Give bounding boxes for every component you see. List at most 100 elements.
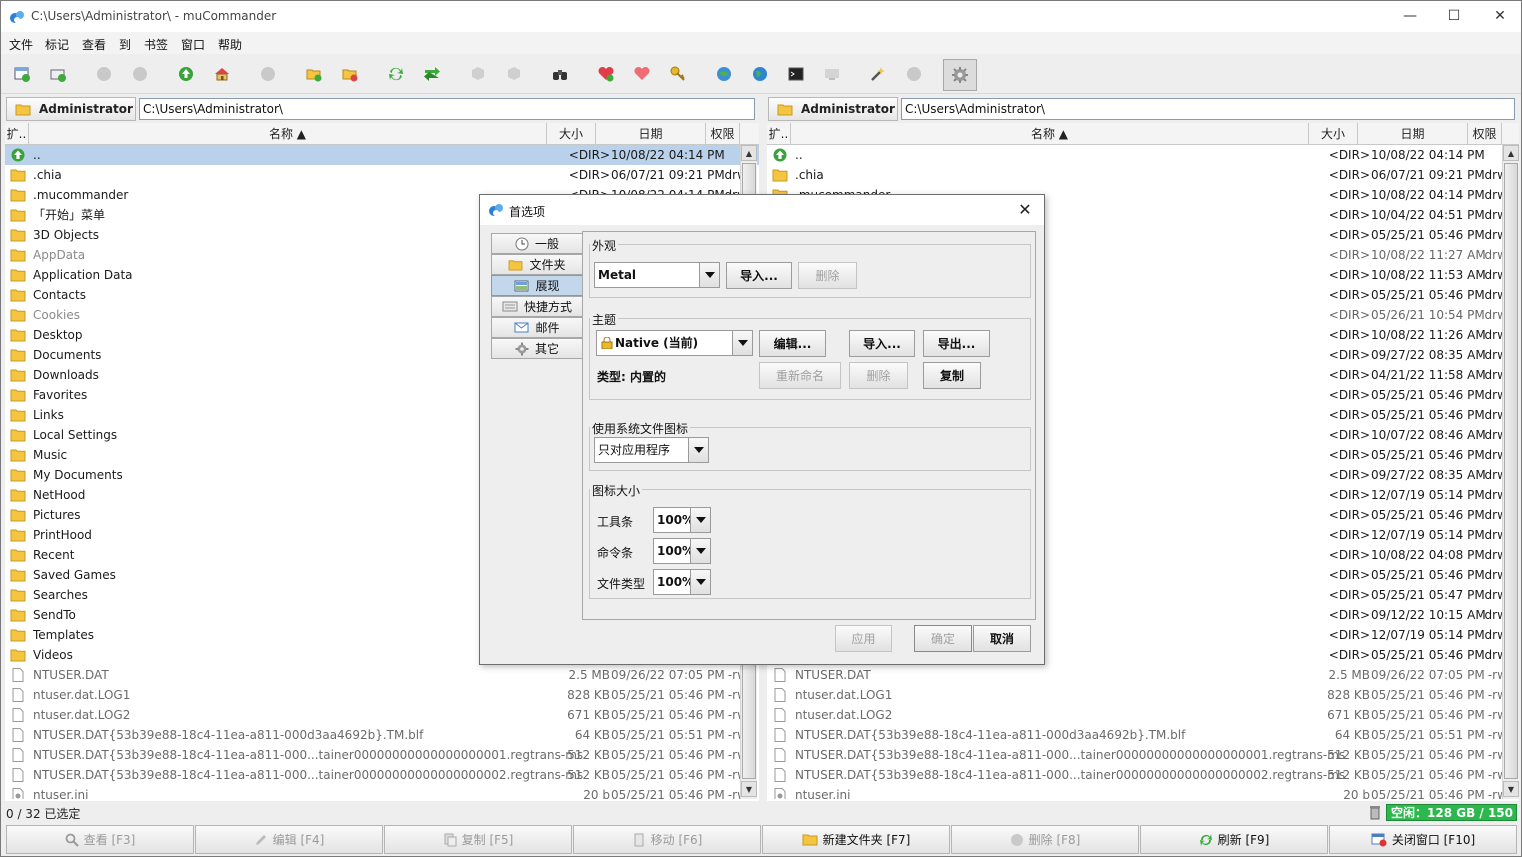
col-extension[interactable]: 扩.. xyxy=(5,123,29,145)
chevron-down-icon[interactable] xyxy=(690,539,710,563)
file-row[interactable]: NTUSER.DAT{53b39e88-18c4-11ea-a811-000d3… xyxy=(5,725,759,745)
commandbar-size-select[interactable]: 100% xyxy=(653,538,711,564)
theme-select[interactable]: Native (当前) xyxy=(596,330,753,356)
theme-import-button[interactable]: 导入... xyxy=(849,330,915,357)
command-button-10[interactable]: 关闭窗口 [F10] xyxy=(1329,825,1517,854)
col-size[interactable]: 大小 xyxy=(1309,123,1358,145)
menu-file[interactable]: 文件 xyxy=(9,36,33,53)
tab-shortcuts[interactable]: 快捷方式 xyxy=(491,296,583,317)
new-window-icon[interactable] xyxy=(12,64,32,84)
scroll-up-icon[interactable]: ▲ xyxy=(1503,145,1519,161)
theme-edit-button[interactable]: 编辑... xyxy=(759,330,826,357)
col-date[interactable]: 日期 xyxy=(596,123,706,145)
parent-folder-icon[interactable] xyxy=(176,64,196,84)
theme-copy-button[interactable]: 复制 xyxy=(923,362,981,389)
close-window-button[interactable]: ✕ xyxy=(1477,1,1522,32)
tab-general[interactable]: 一般 xyxy=(491,233,583,254)
file-row[interactable]: ntuser.dat.LOG2671 KB05/25/21 05:46 PM-r… xyxy=(767,705,1519,725)
file-row[interactable]: NTUSER.DAT{53b39e88-18c4-11ea-a811-000..… xyxy=(767,765,1519,785)
file-row[interactable]: ntuser.ini20 b05/25/21 05:46 PM-rwx xyxy=(767,785,1519,799)
ok-button[interactable]: 确定 xyxy=(914,625,972,652)
left-volume-button[interactable]: Administrator xyxy=(6,97,136,121)
chevron-down-icon[interactable] xyxy=(688,438,708,462)
file-row[interactable]: .chia<DIR>06/07/21 09:21 PMdrwx xyxy=(5,165,759,185)
col-permissions[interactable]: 权限 xyxy=(706,123,740,145)
connect-server-icon[interactable] xyxy=(714,64,734,84)
minimize-button[interactable]: — xyxy=(1387,1,1433,32)
add-bookmark-icon[interactable] xyxy=(596,64,616,84)
cancel-button[interactable]: 取消 xyxy=(973,625,1031,652)
back-icon[interactable] xyxy=(94,64,114,84)
col-name[interactable]: 名称 ▲ xyxy=(791,123,1309,145)
apply-button[interactable]: 应用 xyxy=(835,625,892,652)
file-row[interactable]: NTUSER.DAT2.5 MB09/26/22 07:05 PM-rwx xyxy=(767,665,1519,685)
chevron-down-icon[interactable] xyxy=(732,331,752,355)
terminal-icon[interactable] xyxy=(786,64,806,84)
left-path-field[interactable]: C:\Users\Administrator\ xyxy=(139,98,755,120)
forward-icon[interactable] xyxy=(130,64,150,84)
scroll-up-icon[interactable]: ▲ xyxy=(741,145,757,161)
chevron-down-icon[interactable] xyxy=(699,263,719,287)
laf-import-button[interactable]: 导入... xyxy=(726,262,792,289)
theme-rename-button[interactable]: 重新命名 xyxy=(759,362,841,389)
command-button-4[interactable]: 编辑 [F4] xyxy=(195,825,383,854)
file-row[interactable]: NTUSER.DAT{53b39e88-18c4-11ea-a811-000..… xyxy=(5,745,759,765)
col-size[interactable]: 大小 xyxy=(547,123,596,145)
col-name[interactable]: 名称 ▲ xyxy=(29,123,547,145)
right-path-field[interactable]: C:\Users\Administrator\ xyxy=(901,98,1515,120)
maximize-button[interactable]: ☐ xyxy=(1431,1,1477,32)
col-date[interactable]: 日期 xyxy=(1358,123,1468,145)
trash-icon[interactable] xyxy=(1369,805,1381,820)
right-scrollbar[interactable]: ▲ ▼ xyxy=(1502,145,1519,799)
menu-go[interactable]: 到 xyxy=(119,36,131,53)
sync-panels-icon[interactable] xyxy=(422,64,442,84)
chevron-down-icon[interactable] xyxy=(690,570,710,594)
tab-misc[interactable]: 其它 xyxy=(491,338,583,359)
chevron-down-icon[interactable] xyxy=(690,508,710,532)
command-button-7[interactable]: 新建文件夹 [F7] xyxy=(762,825,950,854)
menu-view[interactable]: 查看 xyxy=(82,36,106,53)
file-row[interactable]: ntuser.dat.LOG2671 KB05/25/21 05:46 PM-r… xyxy=(5,705,759,725)
system-icons-select[interactable]: 只对应用程序 xyxy=(594,437,709,463)
filetype-size-select[interactable]: 100% xyxy=(653,569,711,595)
laf-delete-button[interactable]: 删除 xyxy=(798,262,857,289)
file-row[interactable]: .. <DIR> 10/08/22 04:14 PM xyxy=(767,145,1519,165)
col-permissions[interactable]: 权限 xyxy=(1468,123,1502,145)
file-row[interactable]: ntuser.dat.LOG1828 KB05/25/21 05:46 PM-r… xyxy=(767,685,1519,705)
mark-folder-icon[interactable] xyxy=(304,64,324,84)
col-extension[interactable]: 扩.. xyxy=(767,123,791,145)
command-button-3[interactable]: 查看 [F3] xyxy=(6,825,194,854)
globe-icon[interactable] xyxy=(750,64,770,84)
menu-help[interactable]: 帮助 xyxy=(218,36,242,53)
command-button-8[interactable]: 删除 [F8] xyxy=(951,825,1139,854)
file-row[interactable]: NTUSER.DAT2.5 MB09/26/22 07:05 PM-rwx xyxy=(5,665,759,685)
file-row[interactable]: ntuser.dat.LOG1828 KB05/25/21 05:46 PM-r… xyxy=(5,685,759,705)
command-button-6[interactable]: 移动 [F6] xyxy=(573,825,761,854)
unmark-folder-icon[interactable] xyxy=(340,64,360,84)
theme-delete-button[interactable]: 删除 xyxy=(849,362,908,389)
menu-bookmarks[interactable]: 书签 xyxy=(144,36,168,53)
binoculars-icon[interactable] xyxy=(550,64,570,84)
file-row[interactable]: .chia<DIR>06/07/21 09:21 PMdrwx xyxy=(767,165,1519,185)
file-row[interactable]: NTUSER.DAT{53b39e88-18c4-11ea-a811-000..… xyxy=(5,765,759,785)
tab-folders[interactable]: 文件夹 xyxy=(491,254,583,275)
preferences-gear-icon[interactable] xyxy=(943,59,977,91)
file-row[interactable]: .. <DIR> 10/08/22 04:14 PM xyxy=(5,145,759,165)
scroll-down-icon[interactable]: ▼ xyxy=(741,781,757,797)
command-button-9[interactable]: 刷新 [F9] xyxy=(1140,825,1328,854)
pack-icon[interactable] xyxy=(504,64,524,84)
home-icon[interactable] xyxy=(212,64,232,84)
compare-icon[interactable] xyxy=(468,64,488,84)
stop-icon[interactable] xyxy=(258,64,278,84)
magic-wand-icon[interactable] xyxy=(868,64,888,84)
menu-mark[interactable]: 标记 xyxy=(45,36,69,53)
scroll-down-icon[interactable]: ▼ xyxy=(1503,781,1519,797)
menu-window[interactable]: 窗口 xyxy=(181,36,205,53)
new-tab-icon[interactable] xyxy=(48,64,68,84)
file-row[interactable]: ntuser.ini20 b05/25/21 05:46 PM-rwx xyxy=(5,785,759,799)
right-scroll-thumb[interactable] xyxy=(1504,163,1518,779)
look-and-feel-select[interactable]: Metal xyxy=(594,262,720,288)
command-button-5[interactable]: 复制 [F5] xyxy=(384,825,572,854)
tab-mail[interactable]: 邮件 xyxy=(491,317,583,338)
right-volume-button[interactable]: Administrator xyxy=(768,97,898,121)
